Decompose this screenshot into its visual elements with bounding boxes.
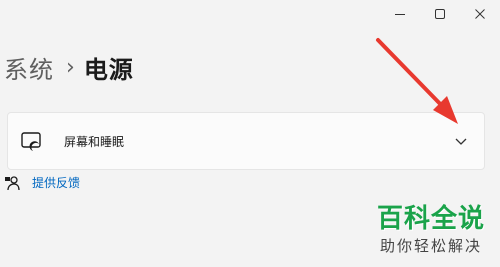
screen-sleep-icon <box>21 132 41 151</box>
watermark-subtitle: 助你轻松解决 <box>379 237 482 255</box>
page-title: 电源 <box>83 56 134 84</box>
minimize-icon <box>395 14 405 15</box>
watermark-title: 百科全说 <box>376 204 485 234</box>
window-controls <box>380 0 500 28</box>
maximize-icon <box>435 9 445 19</box>
feedback-person-icon <box>5 175 20 190</box>
watermark-logo: 百科全说 助你轻松解决 <box>368 203 494 263</box>
screen-and-sleep-card[interactable]: 屏幕和睡眠 <box>7 112 485 170</box>
minimize-button[interactable] <box>380 0 420 28</box>
give-feedback-label: 提供反馈 <box>32 176 81 190</box>
screen-and-sleep-label: 屏幕和睡眠 <box>64 135 125 149</box>
breadcrumb: 系统 › 电源 <box>4 50 134 85</box>
close-button[interactable] <box>460 0 500 28</box>
maximize-button[interactable] <box>420 0 460 28</box>
give-feedback-link[interactable]: 提供反馈 <box>4 174 80 191</box>
breadcrumb-separator: › <box>66 55 75 80</box>
close-icon <box>475 9 485 19</box>
chevron-down-icon[interactable] <box>454 136 468 146</box>
breadcrumb-system-link[interactable]: 系统 <box>4 50 54 85</box>
